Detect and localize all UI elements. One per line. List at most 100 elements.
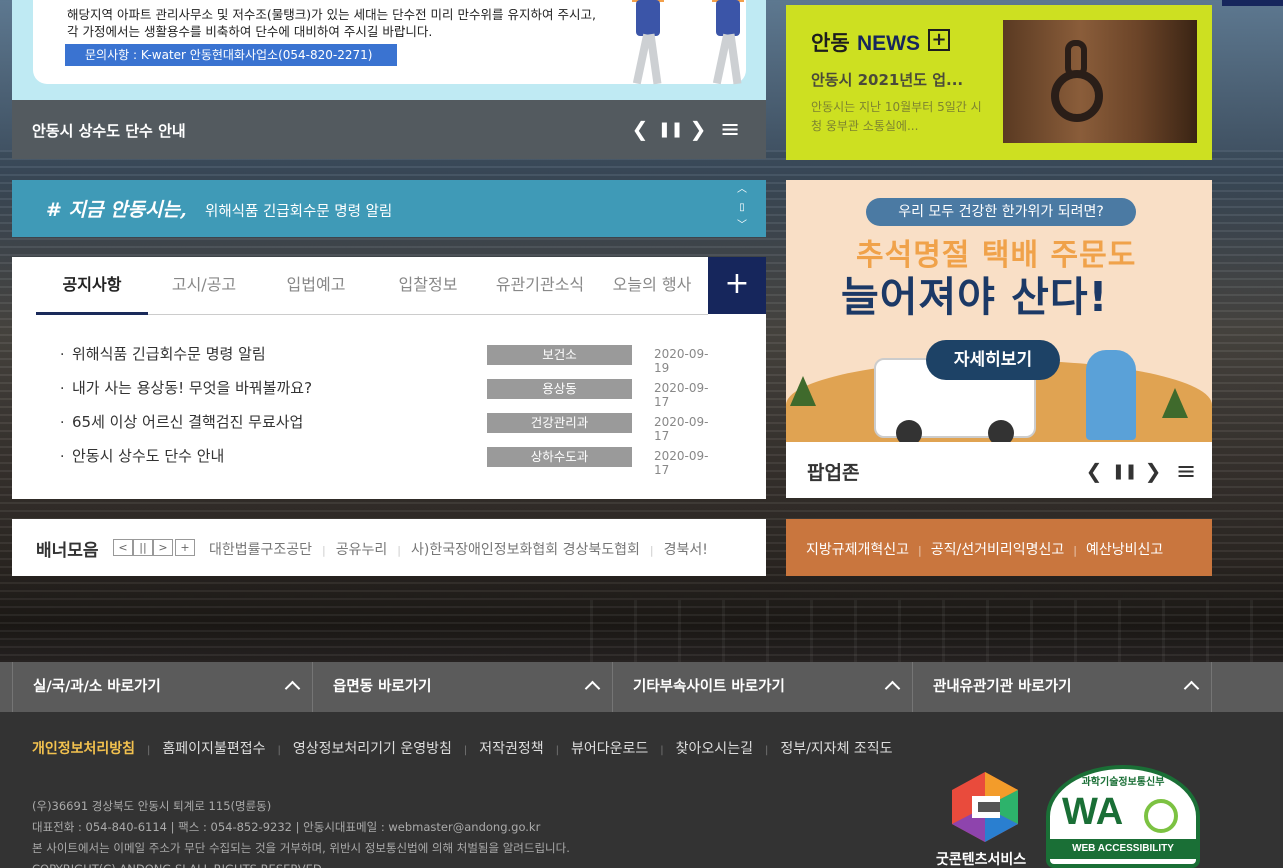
list-item-date: 2020-09-17	[654, 449, 709, 477]
banner-links: 대한법률구조공단 | 공유누리 | 사)한국장애인정보화협회 경상북도협회 | 경북서!	[209, 539, 708, 559]
bullet: ·	[60, 347, 65, 363]
notice-slide-title: 안동시 상수도 단수 안내	[32, 122, 186, 140]
banner-link[interactable]: 사)한국장애인정보화협회 경상북도협회	[411, 542, 640, 558]
ticker-stop-icon[interactable]: ▯	[735, 201, 749, 215]
list-item[interactable]: · 안동시 상수도 단수 안내 상하수도과 2020-09-17	[60, 445, 720, 479]
list-item[interactable]: · 위해식품 긴급회수문 명령 알림 보건소 2020-09-19	[60, 343, 720, 377]
list-item-date: 2020-09-17	[654, 415, 709, 443]
tab-bidding[interactable]: 입찰정보	[372, 257, 484, 315]
footer-link-privacy[interactable]: 개인정보처리방침	[32, 741, 135, 757]
list-item-dept: 용상동	[487, 379, 632, 399]
footer-link[interactable]: 홈페이지불편접수	[162, 741, 265, 757]
news-title: 안동 NEWS	[811, 27, 920, 57]
footer-address: (우)36691 경상북도 안동시 퇴계로 115(명륜동) 대표전화 : 05…	[32, 796, 570, 868]
quick-link-departments[interactable]: 실/국/과/소 바로가기	[12, 662, 312, 712]
report-link[interactable]: 지방규제개혁신고	[806, 542, 909, 558]
notice-line-1: 해당지역 아파트 관리사무소 및 저수조(물탱크)가 있는 세대는 단수전 미리…	[67, 7, 596, 22]
quick-link-local-agencies[interactable]: 관내유관기관 바로가기	[912, 662, 1212, 712]
board-list: · 위해식품 긴급회수문 명령 알림 보건소 2020-09-19 · 내가 사…	[60, 343, 720, 479]
separator: |	[397, 544, 402, 557]
report-link[interactable]: 예산낭비신고	[1086, 542, 1163, 558]
bullet: ·	[60, 449, 65, 465]
banner-next-icon[interactable]: >	[153, 539, 173, 556]
email-notice: 본 사이트에서는 이메일 주소가 무단 수집되는 것을 거부하며, 위반시 정보…	[32, 841, 570, 855]
worker-illustration	[708, 0, 748, 92]
popup-prev-icon[interactable]: ❮	[1082, 459, 1106, 483]
list-item-title[interactable]: 위해식품 긴급회수문 명령 알림	[72, 343, 266, 364]
report-link[interactable]: 공직/선거비리익명신고	[931, 542, 1065, 558]
list-item-title[interactable]: 안동시 상수도 단수 안내	[72, 445, 224, 466]
footer-link[interactable]: 저작권정책	[479, 741, 543, 757]
list-icon[interactable]: ≡	[718, 117, 742, 141]
popup-pause-icon[interactable]: ❚❚	[1112, 459, 1137, 483]
list-item-dept: 보건소	[487, 345, 632, 365]
list-item[interactable]: · 65세 이상 어르신 결핵검진 무료사업 건강관리과 2020-09-17	[60, 411, 720, 445]
footer-link[interactable]: 뷰어다운로드	[571, 741, 648, 757]
separator: |	[463, 745, 468, 756]
door-ring-icon	[1051, 70, 1103, 122]
banner-link[interactable]: 공유누리	[336, 542, 388, 558]
tab-notice[interactable]: 공지사항	[36, 257, 148, 315]
separator: |	[764, 745, 769, 756]
popup-list-icon[interactable]: ≡	[1174, 459, 1198, 483]
banner-link[interactable]: 대한법률구조공단	[209, 542, 312, 558]
notice-slide: 해당지역 아파트 관리사무소 및 저수조(물탱크)가 있는 세대는 단수전 미리…	[12, 0, 766, 100]
ticker-message[interactable]: 위해식품 긴급회수문 명령 알림	[205, 200, 392, 221]
tab-today-events[interactable]: 오늘의 행사	[596, 257, 708, 315]
worker-illustration	[628, 0, 668, 92]
tab-legislation[interactable]: 입법예고	[260, 257, 372, 315]
news-photo[interactable]	[1003, 20, 1197, 143]
banner-link[interactable]: 경북서!	[664, 542, 708, 558]
separator: |	[555, 745, 560, 756]
web-accessibility-mark-icon: 과학기술정보통신부 WA WEB ACCESSIBILITY	[1046, 765, 1200, 868]
board-more-button[interactable]: +	[708, 257, 766, 314]
news-summary: 안동시는 지난 10월부터 5일간 시청 웅부관 소통실에...	[811, 100, 982, 133]
news-title-b: NEWS	[856, 32, 920, 55]
tree-icon	[790, 376, 816, 406]
ticker-up-icon[interactable]: ︿	[735, 183, 749, 197]
andong-now-ticker: # 지금 안동시는, 위해식품 긴급회수문 명령 알림 ︿ ▯ ﹀	[12, 180, 766, 237]
background-wall	[590, 600, 1283, 662]
banner-title: 배너모음	[36, 541, 99, 561]
list-item-title[interactable]: 65세 이상 어르신 결핵검진 무료사업	[72, 411, 303, 432]
andong-news: 안동 NEWS + 안동시 2021년도 업... 안동시는 지난 10월부터 …	[786, 5, 1212, 160]
tab-announcement[interactable]: 고시/공고	[148, 257, 260, 315]
chevron-up-icon	[584, 680, 601, 697]
ticker-down-icon[interactable]: ﹀	[735, 219, 749, 233]
popup-banner[interactable]: 우리 모두 건강한 한가위가 되려면? 추석명절 택배 주문도 늘어져야 산다!…	[786, 180, 1212, 442]
quick-link-towns[interactable]: 읍면동 바로가기	[312, 662, 612, 712]
bullet: ·	[60, 415, 65, 431]
notice-contact: 문의사항 : K-water 안동현대화사업소(054-820-2271)	[65, 44, 397, 66]
address-line: (우)36691 경상북도 안동시 퇴계로 115(명륜동)	[32, 799, 272, 813]
list-item-title[interactable]: 내가 사는 용상동! 무엇을 바꿔볼까요?	[72, 377, 312, 398]
quick-link-label: 관내유관기관 바로가기	[933, 679, 1072, 695]
news-more-button[interactable]: +	[928, 29, 950, 51]
banner-prev-icon[interactable]: <	[113, 539, 133, 556]
board-tabs: 공지사항 고시/공고 입법예고 입찰정보 유관기관소식 오늘의 행사	[36, 257, 708, 315]
report-links: 지방규제개혁신고 | 공직/선거비리익명신고 | 예산낭비신고	[786, 519, 1212, 576]
separator: |	[1073, 544, 1078, 557]
news-headline[interactable]: 안동시 2021년도 업...	[811, 69, 963, 90]
popup-headline-2: 늘어져야 산다!	[841, 273, 1109, 321]
footer-link[interactable]: 정부/지자체 조직도	[780, 741, 892, 757]
separator: |	[649, 544, 654, 557]
pause-icon[interactable]: ❚❚	[658, 117, 683, 141]
list-item[interactable]: · 내가 사는 용상동! 무엇을 바꿔볼까요? 용상동 2020-09-17	[60, 377, 720, 411]
popup-next-icon[interactable]: ❯	[1141, 459, 1165, 483]
popup-detail-button[interactable]: 자세히보기	[926, 340, 1060, 380]
top-right-tab	[1222, 0, 1283, 6]
contact-line: 대표전화 : 054-840-6114 | 팩스 : 054-852-9232 …	[32, 820, 541, 834]
footer-links: 개인정보처리방침 | 홈페이지불편접수 | 영상정보처리기기 운영방침 | 저작권정책 | 뷰어…	[32, 738, 893, 758]
banner-pause-icon[interactable]: ||	[133, 539, 153, 556]
separator: |	[147, 745, 151, 756]
next-icon[interactable]: ❯	[686, 117, 710, 141]
notice-slide-bar: 안동시 상수도 단수 안내 ❮ ❚❚ ❯ ≡	[12, 100, 766, 159]
quick-link-affiliated-sites[interactable]: 기타부속사이트 바로가기	[612, 662, 912, 712]
footer-link[interactable]: 찾아오시는길	[676, 741, 753, 757]
footer-link[interactable]: 영상정보처리기기 운영방침	[293, 741, 452, 757]
prev-icon[interactable]: ❮	[628, 117, 652, 141]
wheelchair-icon	[1144, 799, 1178, 833]
banner-plus-icon[interactable]: +	[175, 539, 195, 556]
notice-line-2: 각 가정에서는 생활용수를 비축하여 단수에 대비하여 주시길 바랍니다.	[67, 24, 433, 39]
tab-agency-news[interactable]: 유관기관소식	[484, 257, 596, 315]
